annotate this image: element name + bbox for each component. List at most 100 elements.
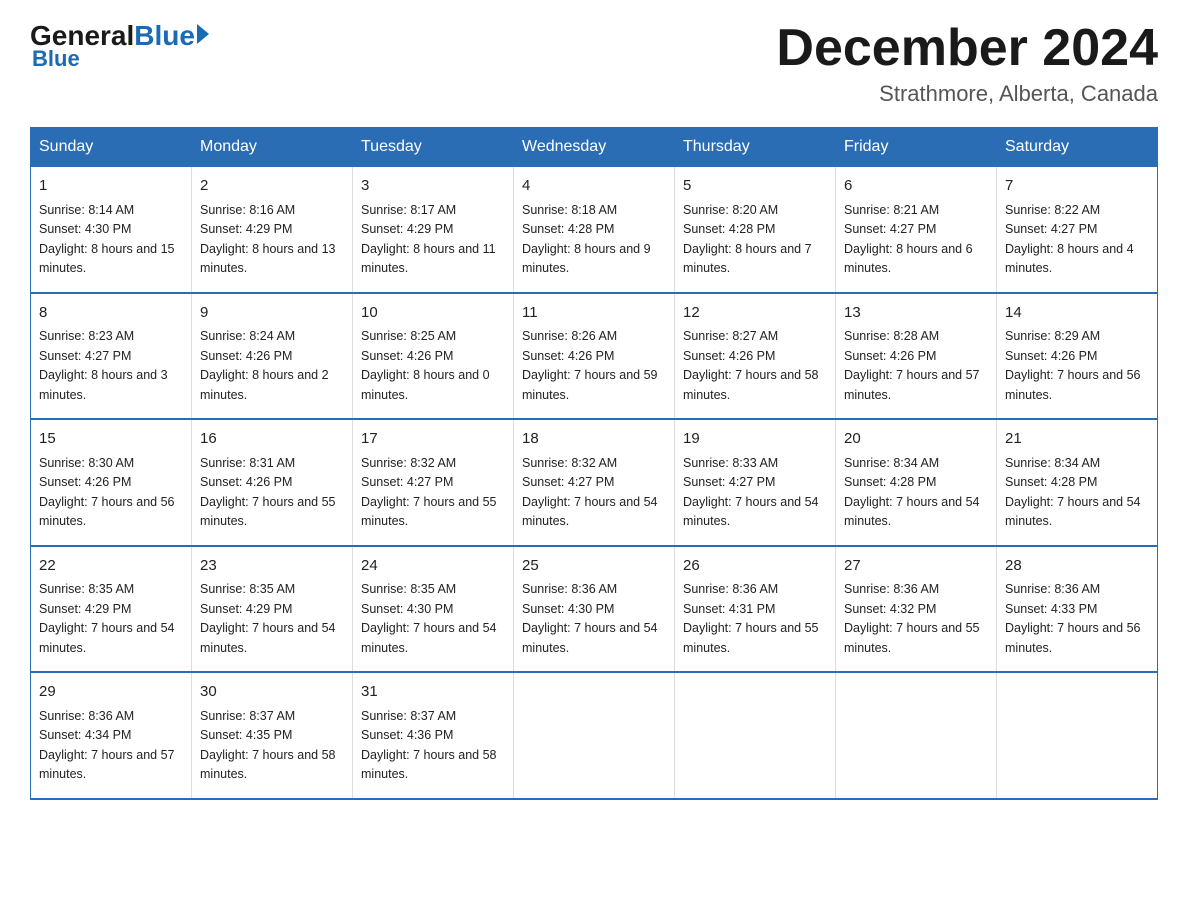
day-number: 28 [1005,555,1149,578]
day-cell: 12 Sunrise: 8:27 AMSunset: 4:26 PMDaylig… [675,293,836,420]
weekday-header-row: SundayMondayTuesdayWednesdayThursdayFrid… [31,128,1158,167]
logo-underline: Blue [32,46,80,72]
day-number: 11 [522,302,666,325]
day-info: Sunrise: 8:14 AMSunset: 4:30 PMDaylight:… [39,203,175,276]
logo-blue-text: Blue [134,20,195,52]
day-number: 15 [39,428,183,451]
day-info: Sunrise: 8:36 AMSunset: 4:32 PMDaylight:… [844,582,980,655]
day-cell: 4 Sunrise: 8:18 AMSunset: 4:28 PMDayligh… [514,167,675,293]
day-number: 23 [200,555,344,578]
day-cell: 8 Sunrise: 8:23 AMSunset: 4:27 PMDayligh… [31,293,192,420]
day-info: Sunrise: 8:30 AMSunset: 4:26 PMDaylight:… [39,456,175,529]
weekday-header-monday: Monday [192,128,353,167]
day-number: 8 [39,302,183,325]
day-info: Sunrise: 8:29 AMSunset: 4:26 PMDaylight:… [1005,329,1141,402]
day-info: Sunrise: 8:17 AMSunset: 4:29 PMDaylight:… [361,203,496,276]
month-title: December 2024 [776,20,1158,77]
day-cell: 2 Sunrise: 8:16 AMSunset: 4:29 PMDayligh… [192,167,353,293]
day-info: Sunrise: 8:20 AMSunset: 4:28 PMDaylight:… [683,203,812,276]
day-cell [997,672,1158,799]
logo-arrow-icon [197,24,209,44]
day-cell: 6 Sunrise: 8:21 AMSunset: 4:27 PMDayligh… [836,167,997,293]
day-info: Sunrise: 8:21 AMSunset: 4:27 PMDaylight:… [844,203,973,276]
day-cell: 28 Sunrise: 8:36 AMSunset: 4:33 PMDaylig… [997,546,1158,673]
day-info: Sunrise: 8:25 AMSunset: 4:26 PMDaylight:… [361,329,490,402]
day-number: 9 [200,302,344,325]
day-number: 17 [361,428,505,451]
day-info: Sunrise: 8:22 AMSunset: 4:27 PMDaylight:… [1005,203,1134,276]
day-number: 5 [683,175,827,198]
day-number: 29 [39,681,183,704]
title-block: December 2024 Strathmore, Alberta, Canad… [776,20,1158,107]
day-cell: 20 Sunrise: 8:34 AMSunset: 4:28 PMDaylig… [836,419,997,546]
day-number: 31 [361,681,505,704]
day-cell: 30 Sunrise: 8:37 AMSunset: 4:35 PMDaylig… [192,672,353,799]
day-info: Sunrise: 8:32 AMSunset: 4:27 PMDaylight:… [361,456,497,529]
week-row-4: 22 Sunrise: 8:35 AMSunset: 4:29 PMDaylig… [31,546,1158,673]
calendar-table: SundayMondayTuesdayWednesdayThursdayFrid… [30,127,1158,800]
logo: GeneralBlue Blue [30,20,209,72]
day-cell [514,672,675,799]
day-cell: 27 Sunrise: 8:36 AMSunset: 4:32 PMDaylig… [836,546,997,673]
day-number: 27 [844,555,988,578]
day-cell: 22 Sunrise: 8:35 AMSunset: 4:29 PMDaylig… [31,546,192,673]
day-number: 26 [683,555,827,578]
day-cell: 15 Sunrise: 8:30 AMSunset: 4:26 PMDaylig… [31,419,192,546]
day-cell: 16 Sunrise: 8:31 AMSunset: 4:26 PMDaylig… [192,419,353,546]
day-cell: 26 Sunrise: 8:36 AMSunset: 4:31 PMDaylig… [675,546,836,673]
day-info: Sunrise: 8:35 AMSunset: 4:30 PMDaylight:… [361,582,497,655]
day-info: Sunrise: 8:37 AMSunset: 4:36 PMDaylight:… [361,709,497,782]
day-cell: 7 Sunrise: 8:22 AMSunset: 4:27 PMDayligh… [997,167,1158,293]
day-info: Sunrise: 8:31 AMSunset: 4:26 PMDaylight:… [200,456,336,529]
weekday-header-thursday: Thursday [675,128,836,167]
day-info: Sunrise: 8:37 AMSunset: 4:35 PMDaylight:… [200,709,336,782]
day-cell: 14 Sunrise: 8:29 AMSunset: 4:26 PMDaylig… [997,293,1158,420]
day-number: 20 [844,428,988,451]
day-number: 3 [361,175,505,198]
day-cell: 25 Sunrise: 8:36 AMSunset: 4:30 PMDaylig… [514,546,675,673]
day-number: 10 [361,302,505,325]
weekday-header-wednesday: Wednesday [514,128,675,167]
day-number: 6 [844,175,988,198]
day-number: 12 [683,302,827,325]
day-info: Sunrise: 8:27 AMSunset: 4:26 PMDaylight:… [683,329,819,402]
page-header: GeneralBlue Blue December 2024 Strathmor… [30,20,1158,107]
day-cell: 31 Sunrise: 8:37 AMSunset: 4:36 PMDaylig… [353,672,514,799]
day-info: Sunrise: 8:32 AMSunset: 4:27 PMDaylight:… [522,456,658,529]
day-info: Sunrise: 8:36 AMSunset: 4:31 PMDaylight:… [683,582,819,655]
day-number: 21 [1005,428,1149,451]
day-number: 16 [200,428,344,451]
day-cell: 18 Sunrise: 8:32 AMSunset: 4:27 PMDaylig… [514,419,675,546]
week-row-2: 8 Sunrise: 8:23 AMSunset: 4:27 PMDayligh… [31,293,1158,420]
day-info: Sunrise: 8:24 AMSunset: 4:26 PMDaylight:… [200,329,329,402]
weekday-header-tuesday: Tuesday [353,128,514,167]
day-cell: 23 Sunrise: 8:35 AMSunset: 4:29 PMDaylig… [192,546,353,673]
day-number: 18 [522,428,666,451]
day-number: 1 [39,175,183,198]
day-info: Sunrise: 8:36 AMSunset: 4:33 PMDaylight:… [1005,582,1141,655]
day-number: 14 [1005,302,1149,325]
day-info: Sunrise: 8:16 AMSunset: 4:29 PMDaylight:… [200,203,336,276]
week-row-5: 29 Sunrise: 8:36 AMSunset: 4:34 PMDaylig… [31,672,1158,799]
weekday-header-saturday: Saturday [997,128,1158,167]
day-cell: 13 Sunrise: 8:28 AMSunset: 4:26 PMDaylig… [836,293,997,420]
day-info: Sunrise: 8:18 AMSunset: 4:28 PMDaylight:… [522,203,651,276]
weekday-header-friday: Friday [836,128,997,167]
day-number: 2 [200,175,344,198]
day-cell: 11 Sunrise: 8:26 AMSunset: 4:26 PMDaylig… [514,293,675,420]
day-cell: 17 Sunrise: 8:32 AMSunset: 4:27 PMDaylig… [353,419,514,546]
day-cell: 21 Sunrise: 8:34 AMSunset: 4:28 PMDaylig… [997,419,1158,546]
day-cell: 10 Sunrise: 8:25 AMSunset: 4:26 PMDaylig… [353,293,514,420]
day-info: Sunrise: 8:34 AMSunset: 4:28 PMDaylight:… [844,456,980,529]
day-info: Sunrise: 8:35 AMSunset: 4:29 PMDaylight:… [39,582,175,655]
day-info: Sunrise: 8:36 AMSunset: 4:34 PMDaylight:… [39,709,175,782]
day-info: Sunrise: 8:26 AMSunset: 4:26 PMDaylight:… [522,329,658,402]
day-cell: 9 Sunrise: 8:24 AMSunset: 4:26 PMDayligh… [192,293,353,420]
day-number: 13 [844,302,988,325]
location: Strathmore, Alberta, Canada [776,81,1158,107]
day-info: Sunrise: 8:34 AMSunset: 4:28 PMDaylight:… [1005,456,1141,529]
week-row-1: 1 Sunrise: 8:14 AMSunset: 4:30 PMDayligh… [31,167,1158,293]
day-number: 19 [683,428,827,451]
day-cell: 29 Sunrise: 8:36 AMSunset: 4:34 PMDaylig… [31,672,192,799]
day-info: Sunrise: 8:33 AMSunset: 4:27 PMDaylight:… [683,456,819,529]
